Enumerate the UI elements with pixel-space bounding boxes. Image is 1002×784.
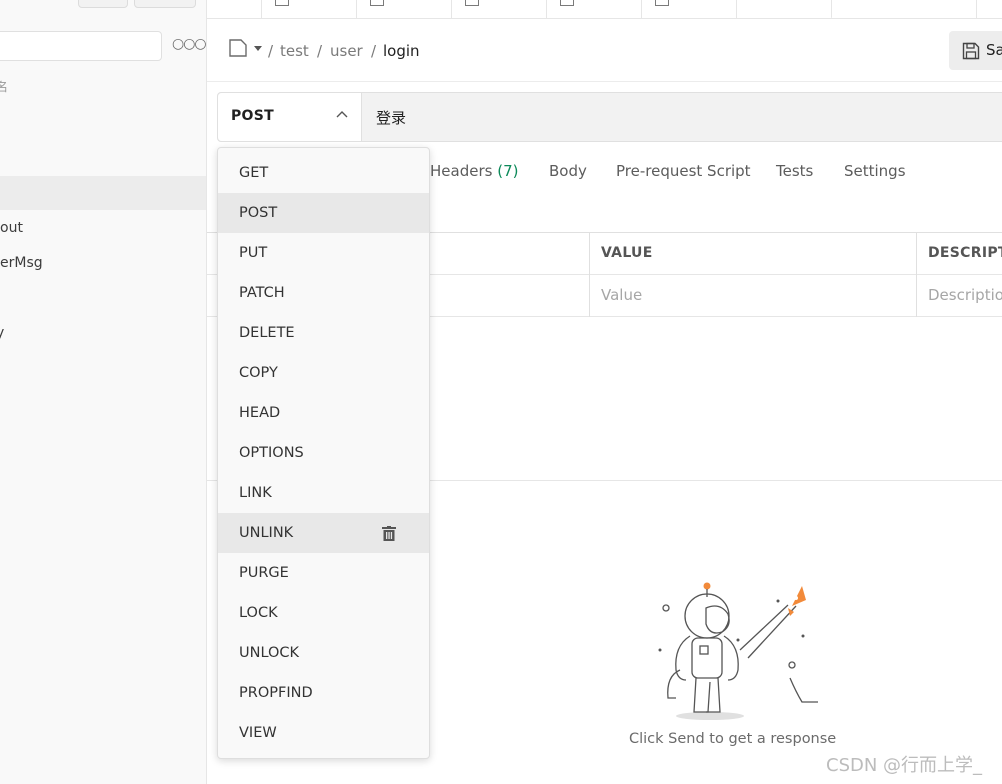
value-input[interactable]: Value [601, 286, 642, 304]
method-option-label: LINK [239, 485, 272, 501]
url-bar: POST 登录 [217, 92, 1002, 142]
breadcrumb-item[interactable]: test [280, 42, 309, 60]
save-button[interactable]: Sa [949, 31, 1002, 70]
tab-headers[interactable]: Headers (7) [430, 162, 518, 180]
method-option-view[interactable]: VIEW [218, 713, 429, 753]
document-icon [370, 0, 384, 6]
request-document-icon[interactable] [229, 39, 265, 59]
method-option-propfind[interactable]: PROPFIND [218, 673, 429, 713]
sidebar-item-label: 名 [0, 70, 8, 104]
request-tab[interactable] [832, 0, 977, 18]
method-option-label: VIEW [239, 725, 277, 741]
astronaut-rocket-illustration [658, 582, 818, 720]
method-option-put[interactable]: PUT [218, 233, 429, 273]
breadcrumb-current[interactable]: login [383, 42, 420, 60]
method-option-purge[interactable]: PURGE [218, 553, 429, 593]
document-icon [560, 0, 574, 6]
method-option-label: PROPFIND [239, 685, 313, 701]
breadcrumb-item[interactable]: user [330, 42, 363, 60]
method-option-label: HEAD [239, 405, 281, 421]
tab-settings[interactable]: Settings [844, 162, 906, 180]
sidebar-item-label: erMsg [0, 255, 43, 271]
method-option-unlink[interactable]: UNLINK [218, 513, 429, 553]
tab-headers-label: Headers [430, 162, 493, 180]
request-tab[interactable] [452, 0, 547, 18]
request-tab-active[interactable] [737, 0, 832, 18]
method-option-label: PUT [239, 245, 268, 261]
method-option-label: GET [239, 165, 269, 181]
method-dropdown: GET POST PUT PATCH DELETE COPY HEAD OPTI… [217, 147, 430, 759]
breadcrumb-separator: / [268, 42, 274, 60]
column-divider [916, 233, 917, 317]
method-option-options[interactable]: OPTIONS [218, 433, 429, 473]
tab-headers-count: (7) [497, 162, 519, 180]
method-select[interactable]: POST [218, 93, 362, 141]
sidebar-item[interactable]: y [0, 316, 206, 350]
method-option-get[interactable]: GET [218, 153, 429, 193]
document-icon [465, 0, 479, 6]
response-empty-text: Click Send to get a response [629, 731, 837, 747]
document-icon [275, 0, 289, 6]
method-option-copy[interactable]: COPY [218, 353, 429, 393]
method-option-patch[interactable]: PATCH [218, 273, 429, 313]
sidebar-item-selected[interactable] [0, 176, 206, 210]
method-option-label: POST [239, 205, 278, 221]
method-option-unlock[interactable]: UNLOCK [218, 633, 429, 673]
url-input[interactable]: 登录 [376, 107, 406, 128]
column-header-value: VALUE [601, 245, 653, 261]
method-option-delete[interactable]: DELETE [218, 313, 429, 353]
sidebar-item-label: out [0, 220, 23, 236]
chevron-up-icon [336, 111, 348, 118]
method-option-label: LOCK [239, 605, 278, 621]
request-tab[interactable] [262, 0, 357, 18]
method-option-label: PURGE [239, 565, 289, 581]
sidebar-item-label: y [0, 316, 4, 350]
request-tab[interactable] [357, 0, 452, 18]
method-option-head[interactable]: HEAD [218, 393, 429, 433]
more-options-icon[interactable]: ○○○ [172, 36, 206, 52]
request-tab[interactable] [547, 0, 642, 18]
sidebar-top-button[interactable] [134, 0, 196, 8]
trash-icon[interactable] [382, 526, 396, 541]
sidebar-search-input[interactable] [0, 31, 162, 61]
method-option-link[interactable]: LINK [218, 473, 429, 513]
save-button-label: Sa [986, 41, 1002, 59]
sidebar-item[interactable]: erMsg [0, 246, 206, 280]
request-tab[interactable] [207, 0, 262, 18]
tab-tests[interactable]: Tests [776, 162, 813, 180]
document-icon [655, 0, 669, 6]
method-option-label: COPY [239, 365, 278, 381]
breadcrumb-separator: / [371, 42, 377, 60]
method-option-label: UNLINK [239, 525, 294, 541]
column-header-description: DESCRIPT [928, 245, 1002, 261]
breadcrumb-separator: / [317, 42, 323, 60]
tab-pre-request-script[interactable]: Pre-request Script [616, 162, 751, 180]
watermark: CSDN @行而上学_ [826, 755, 983, 776]
method-select-value: POST [231, 108, 274, 124]
description-input[interactable]: Descriptio [928, 286, 1002, 304]
tab-body[interactable]: Body [549, 162, 587, 180]
method-option-lock[interactable]: LOCK [218, 593, 429, 633]
method-option-label: DELETE [239, 325, 295, 341]
column-divider [589, 233, 590, 317]
request-header: / test / user / login Sa [207, 20, 1002, 82]
method-option-label: UNLOCK [239, 645, 300, 661]
save-icon [962, 42, 980, 60]
sidebar-top-button[interactable] [78, 0, 128, 8]
sidebar-item[interactable]: 名 [0, 70, 206, 104]
tab-bar [207, 0, 1002, 19]
sidebar-item[interactable]: out [0, 211, 206, 245]
request-tab[interactable] [642, 0, 737, 18]
method-option-label: PATCH [239, 285, 285, 301]
method-option-label: OPTIONS [239, 445, 304, 461]
method-option-post[interactable]: POST [218, 193, 429, 233]
sidebar: ○○○ 名 out erMsg y [0, 0, 207, 784]
